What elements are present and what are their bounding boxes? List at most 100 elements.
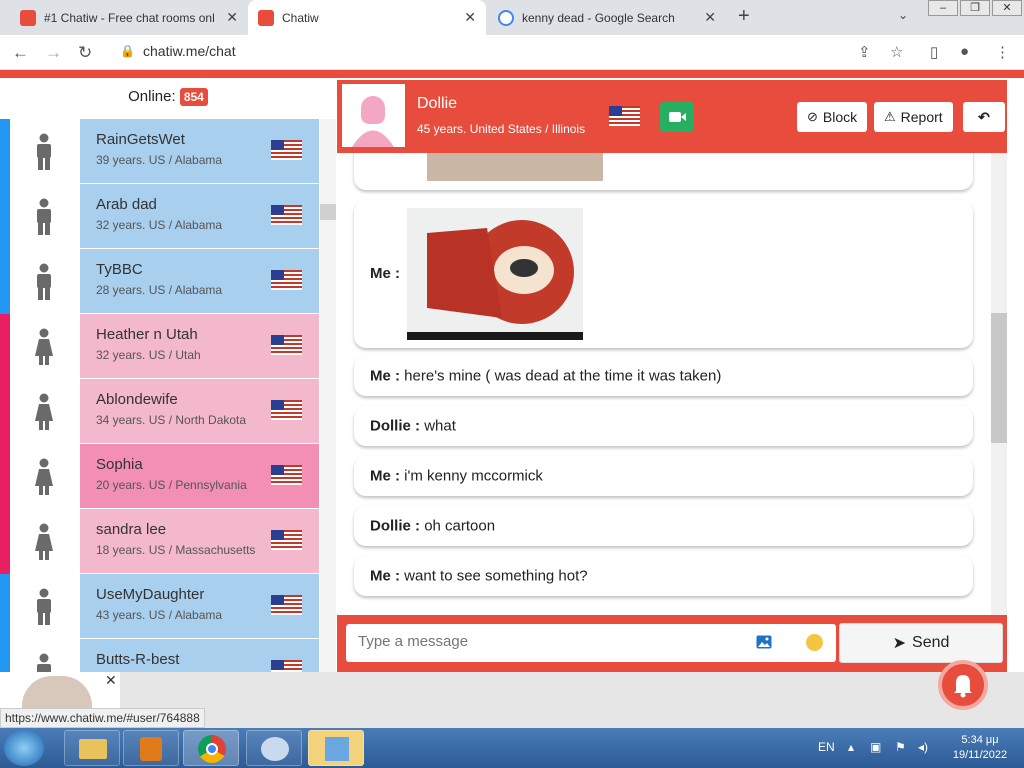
user-info: 20 years. US / Pennsylvania	[96, 478, 247, 492]
send-button[interactable]: ➤ Send	[839, 623, 1003, 663]
gender-stripe	[0, 509, 10, 574]
bookmark-star-icon[interactable]: ☆	[890, 43, 903, 61]
user-card[interactable]: Ablondewife 34 years. US / North Dakota	[80, 379, 319, 444]
lock-icon: 🔒	[120, 44, 135, 58]
user-card[interactable]: Arab dad 32 years. US / Alabama	[80, 184, 319, 249]
language-indicator[interactable]: EN	[818, 740, 835, 754]
start-button[interactable]	[4, 730, 44, 766]
close-tab-icon[interactable]: ✕	[464, 9, 476, 26]
flag-icon[interactable]: ⚑	[895, 740, 906, 754]
gender-icon-cell	[10, 509, 80, 574]
new-tab-button[interactable]: +	[738, 5, 750, 28]
user-list-scrollbar[interactable]	[320, 119, 336, 672]
active-app-taskbar-icon[interactable]	[308, 730, 364, 766]
male-icon	[34, 133, 54, 176]
google-favicon-icon	[498, 9, 514, 26]
user-name: Heather n Utah	[96, 326, 198, 343]
gender-stripe	[0, 574, 10, 639]
send-label: Send	[912, 634, 950, 651]
message-text: what	[424, 417, 456, 435]
user-list-item[interactable]: Ablondewife 34 years. US / North Dakota	[0, 379, 320, 444]
close-tab-icon[interactable]: ✕	[704, 9, 716, 26]
user-info: 43 years. US / Alabama	[96, 608, 223, 622]
gender-stripe	[0, 639, 10, 672]
volume-icon[interactable]: ◂)	[918, 740, 928, 754]
user-list-item[interactable]: TyBBC 28 years. US / Alabama	[0, 249, 320, 314]
report-button[interactable]: ⚠ Report	[874, 102, 953, 132]
share-icon[interactable]: ⇪	[858, 43, 871, 61]
profile-icon[interactable]: ●	[960, 43, 969, 60]
media-player-taskbar-icon[interactable]	[123, 730, 179, 766]
user-card[interactable]: Sophia 20 years. US / Pennsylvania	[80, 444, 319, 509]
windows-taskbar: EN ▴ ▣ ⚑ ◂) 5:34 μμ 19/11/2022	[0, 728, 1024, 768]
ad-banner[interactable]	[0, 672, 120, 710]
user-card[interactable]: UseMyDaughter 43 years. US / Alabama	[80, 574, 319, 639]
kenny-image[interactable]	[407, 208, 583, 340]
notification-bell-button[interactable]	[938, 660, 988, 710]
clock-time: 5:34 μμ	[961, 734, 999, 746]
video-call-button[interactable]	[660, 102, 694, 132]
report-label: Report	[900, 109, 943, 125]
user-card[interactable]: TyBBC 28 years. US / Alabama	[80, 249, 319, 314]
message-line: Me : i'm kenny mccormick	[370, 468, 543, 485]
reload-icon[interactable]: ↻	[78, 43, 92, 63]
user-info: 32 years. US / Alabama	[96, 218, 223, 232]
tab-chatiw-home[interactable]: #1 Chatiw - Free chat rooms onli ✕	[10, 0, 248, 35]
user-list-scroll-thumb[interactable]	[320, 204, 336, 220]
gender-stripe	[0, 119, 10, 184]
message-input-box	[346, 624, 836, 662]
ad-image[interactable]	[22, 676, 92, 710]
user-name: TyBBC	[96, 261, 143, 278]
back-arrow-icon[interactable]: ←	[12, 43, 29, 63]
message-input[interactable]	[358, 633, 738, 650]
online-counter: Online: 854	[0, 88, 336, 106]
maximize-icon[interactable]: ❐	[960, 0, 990, 16]
tab-search-chevron-icon[interactable]: ⌄	[898, 8, 908, 22]
tab-google-search[interactable]: kenny dead - Google Search ✕	[488, 0, 726, 35]
leave-chat-button[interactable]: ↶	[963, 102, 1005, 132]
user-card[interactable]: Heather n Utah 32 years. US / Utah	[80, 314, 319, 379]
close-tab-icon[interactable]: ✕	[226, 9, 238, 26]
clock[interactable]: 5:34 μμ 19/11/2022	[940, 733, 1020, 763]
network-icon[interactable]: ▣	[870, 740, 881, 754]
user-list-item[interactable]: RainGetsWet 39 years. US / Alabama	[0, 119, 320, 184]
online-count-badge: 854	[179, 88, 208, 106]
block-button[interactable]: ⊘ Block	[797, 102, 868, 132]
reply-arrow-icon: ↶	[978, 108, 990, 125]
forward-arrow-icon[interactable]: →	[45, 43, 62, 63]
kenny-cartoon-icon	[407, 208, 583, 340]
explorer-taskbar-icon[interactable]	[64, 730, 120, 766]
message-text: i'm kenny mccormick	[404, 467, 543, 485]
user-info: 18 years. US / Massachusetts	[96, 543, 256, 557]
emoji-icon[interactable]	[806, 634, 823, 651]
close-window-icon[interactable]: ✕	[992, 0, 1022, 16]
user-list-item[interactable]: Heather n Utah 32 years. US / Utah	[0, 314, 320, 379]
shared-photo[interactable]	[427, 153, 603, 181]
user-list-item[interactable]: UseMyDaughter 43 years. US / Alabama	[0, 574, 320, 639]
paint-taskbar-icon[interactable]	[246, 730, 302, 766]
user-list-item[interactable]: Arab dad 32 years. US / Alabama	[0, 184, 320, 249]
user-card[interactable]: RainGetsWet 39 years. US / Alabama	[80, 119, 319, 184]
minimize-icon[interactable]: –	[928, 0, 958, 16]
chat-scroll-thumb[interactable]	[991, 313, 1007, 443]
close-ad-icon[interactable]: ✕	[105, 672, 117, 689]
address-bar[interactable]: chatiw.me/chat	[143, 43, 236, 59]
chrome-taskbar-icon[interactable]	[183, 730, 239, 766]
tab-chatiw[interactable]: Chatiw ✕	[248, 0, 486, 35]
side-panel-icon[interactable]: ▯	[930, 43, 938, 61]
user-card[interactable]: Butts-R-best	[80, 639, 319, 672]
user-name: Ablondewife	[96, 391, 178, 408]
user-list-item[interactable]: Butts-R-best	[0, 639, 320, 672]
chat-scrollbar[interactable]	[991, 153, 1007, 615]
message-line: Dollie : what	[370, 418, 456, 435]
user-list-item[interactable]: Sophia 20 years. US / Pennsylvania	[0, 444, 320, 509]
avatar[interactable]	[342, 84, 405, 147]
menu-kebab-icon[interactable]: ⋮	[995, 43, 1010, 61]
us-flag-icon	[271, 660, 302, 672]
message-bubble: Dollie : oh cartoon	[354, 506, 973, 546]
user-info: 34 years. US / North Dakota	[96, 413, 247, 427]
user-card[interactable]: sandra lee 18 years. US / Massachusetts	[80, 509, 319, 574]
image-upload-icon[interactable]	[756, 635, 772, 654]
user-list-item[interactable]: sandra lee 18 years. US / Massachusetts	[0, 509, 320, 574]
show-hidden-icons-icon[interactable]: ▴	[848, 740, 854, 754]
